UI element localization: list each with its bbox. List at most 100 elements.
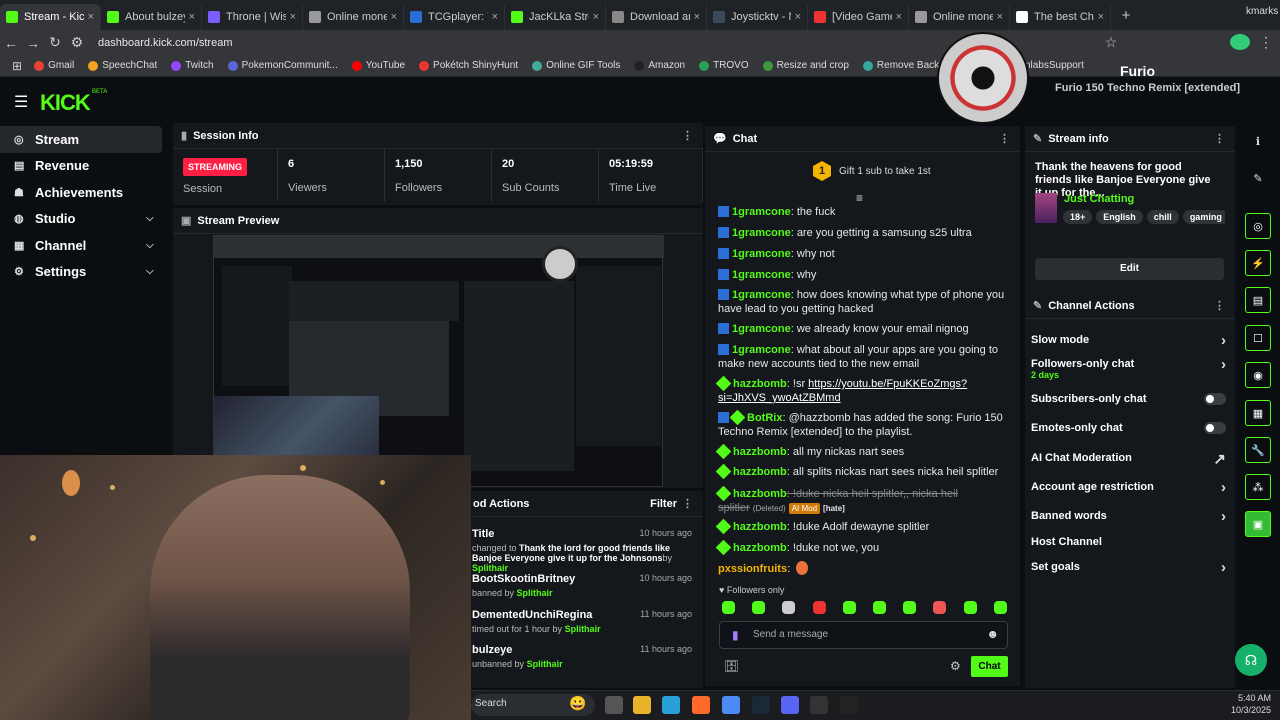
bookmark-label[interactable]: YouTube	[366, 60, 405, 71]
edit-stream-info-button[interactable]: Edit	[1035, 258, 1224, 280]
bookmark-label[interactable]: SpeechChat	[102, 60, 157, 71]
broadcast-icon[interactable]: ◉	[1245, 362, 1271, 388]
browser-tab[interactable]: TCGplayer: Your ×	[404, 4, 505, 30]
chrome-icon[interactable]	[722, 696, 740, 714]
category-link[interactable]: Just Chatting	[1064, 193, 1134, 205]
bookmark-item[interactable]: Amazon	[634, 60, 685, 71]
chat-gift-icon[interactable]: 🗄	[724, 659, 739, 673]
obs-icon[interactable]	[810, 696, 828, 714]
chat-username[interactable]: 1gramcone	[732, 248, 791, 260]
channel-action-host-channel[interactable]: Host Channel	[1031, 536, 1226, 548]
chat-username[interactable]: hazzbomb	[733, 488, 787, 500]
kick-logo[interactable]: KICK	[40, 90, 91, 116]
channel-action-set-goals[interactable]: Set goals ›	[1031, 559, 1226, 576]
browser-tab[interactable]: Online money ×	[303, 4, 404, 30]
tab-title[interactable]: JacKLka Stream	[529, 11, 589, 23]
apps-grid-icon[interactable]: ⊞	[12, 59, 22, 73]
discord-icon[interactable]	[781, 696, 799, 714]
tab-close-icon[interactable]: ×	[694, 11, 700, 23]
external-link-icon[interactable]: ↗	[1213, 450, 1226, 468]
stream-info-menu-icon[interactable]: ⋮	[1214, 132, 1225, 145]
tab-close-icon[interactable]: ×	[593, 11, 599, 23]
gamepad-icon[interactable]: ▣	[1245, 511, 1271, 537]
chat-input-placeholder[interactable]: Send a message	[753, 629, 828, 640]
firefox-icon[interactable]	[692, 696, 710, 714]
tab-close-icon[interactable]: ×	[1098, 11, 1104, 23]
tab-close-icon[interactable]: ×	[391, 11, 397, 23]
tab-close-icon[interactable]: ×	[290, 11, 296, 23]
browser-tab[interactable]: Stream - Kick D ×	[0, 4, 101, 30]
quick-emote-icon[interactable]	[903, 601, 917, 614]
browser-tab[interactable]: Online money ×	[909, 4, 1010, 30]
quick-emote-icon[interactable]	[752, 601, 766, 614]
bookmark-label[interactable]: Pokétch ShinyHunt	[433, 60, 518, 71]
quick-emote-icon[interactable]	[842, 601, 856, 614]
chat-username[interactable]: 1gramcone	[732, 344, 791, 356]
chat-username[interactable]: 1gramcone	[732, 323, 791, 335]
stream-tag[interactable]: 18+	[1063, 210, 1093, 224]
chevron-down-icon[interactable]: ⌵	[146, 213, 154, 224]
reload-icon[interactable]: ↻	[44, 34, 66, 51]
chat-username[interactable]: hazzbomb	[733, 446, 787, 458]
tab-title[interactable]: TCGplayer: Your	[428, 11, 488, 23]
browser-tab[interactable]: Joysticktv - NS ×	[707, 4, 808, 30]
lightning-icon[interactable]: ⚡	[1245, 250, 1271, 276]
tab-close-icon[interactable]: ×	[997, 11, 1003, 23]
stream-tag[interactable]: gaming	[1182, 210, 1225, 224]
sidebar-item-settings[interactable]: ⚙ Settings ⌵	[0, 259, 170, 286]
chat-username[interactable]: hazzbomb	[733, 521, 787, 533]
bookmark-label[interactable]: Gmail	[48, 60, 74, 71]
tab-close-icon[interactable]: ×	[896, 11, 902, 23]
sidebar-item-revenue[interactable]: ▤ Revenue	[0, 153, 170, 180]
browser-tab[interactable]: Download and ×	[606, 4, 707, 30]
new-tab-icon[interactable]: +	[1111, 7, 1141, 24]
stream-tag[interactable]: chill	[1146, 210, 1179, 224]
tab-title[interactable]: About bulzeye	[125, 11, 185, 23]
info-icon[interactable]: ℹ	[1245, 128, 1271, 154]
channel-action-followers-only-chat[interactable]: Followers-only chat 2 days ›	[1031, 356, 1226, 380]
bookmark-item[interactable]: YouTube	[351, 60, 405, 71]
task-view-icon[interactable]	[605, 696, 623, 714]
mod-actions-menu-icon[interactable]: ⋮	[682, 497, 693, 510]
layout-icon[interactable]: ▦	[1245, 400, 1271, 426]
send-chat-button[interactable]: Chat	[971, 656, 1008, 677]
chevron-right-icon[interactable]: ›	[1221, 479, 1226, 496]
chat-username[interactable]: 1gramcone	[732, 289, 791, 301]
bookmark-label[interactable]: Resize and crop	[777, 60, 849, 71]
bookmark-item[interactable]: Twitch	[171, 60, 214, 71]
chevron-down-icon[interactable]: ⌵	[146, 240, 154, 251]
bookmark-label[interactable]: Amazon	[648, 60, 685, 71]
bookmark-item[interactable]: Pokétch ShinyHunt	[419, 60, 518, 71]
gift-sub-text[interactable]: Gift 1 sub to take 1st	[839, 166, 931, 177]
chat-username[interactable]: hazzbomb	[733, 466, 787, 478]
bookmark-label[interactable]: PokemonCommunit...	[242, 60, 338, 71]
stream-preview-video[interactable]	[213, 235, 664, 488]
chevron-right-icon[interactable]: ›	[1221, 559, 1226, 576]
sidebar-item-achievements[interactable]: ☗ Achievements	[0, 179, 170, 206]
toggle-switch[interactable]	[1204, 422, 1226, 434]
toggle-switch[interactable]	[1204, 393, 1226, 405]
quick-emote-icon[interactable]	[933, 601, 947, 614]
moderator-link[interactable]: Splithair	[527, 659, 563, 669]
moderator-link[interactable]: Splithair	[472, 563, 508, 573]
edge-browser-icon[interactable]	[662, 696, 680, 714]
tab-title[interactable]: The best ChatB	[1034, 11, 1094, 23]
chat-username[interactable]: pxssionfruits	[718, 563, 787, 575]
chevron-right-icon[interactable]: ›	[1221, 356, 1226, 373]
chevron-down-icon[interactable]: ⌵	[146, 266, 154, 277]
channel-action-slow-mode[interactable]: Slow mode ›	[1031, 332, 1226, 349]
mic-icon[interactable]: ▮	[732, 628, 739, 642]
tab-close-icon[interactable]: ×	[189, 11, 195, 23]
taskbar-search-box[interactable]: Search 😀	[471, 694, 595, 716]
all-bookmarks-label[interactable]: kmarks	[1246, 6, 1278, 17]
tab-close-icon[interactable]: ×	[795, 11, 801, 23]
quick-emote-icon[interactable]	[812, 601, 826, 614]
edit-icon[interactable]: ✎	[1245, 165, 1271, 191]
site-info-icon[interactable]: ⚙	[66, 34, 88, 51]
chat-username[interactable]: BotRix	[747, 412, 782, 424]
channel-action-emotes-only-chat[interactable]: Emotes-only chat	[1031, 422, 1226, 434]
channel-actions-menu-icon[interactable]: ⋮	[1214, 299, 1225, 312]
bookmark-item[interactable]: TROVO	[699, 60, 749, 71]
stream-tag[interactable]: English	[1096, 210, 1143, 224]
bookmark-label[interactable]: Online GIF Tools	[546, 60, 620, 71]
